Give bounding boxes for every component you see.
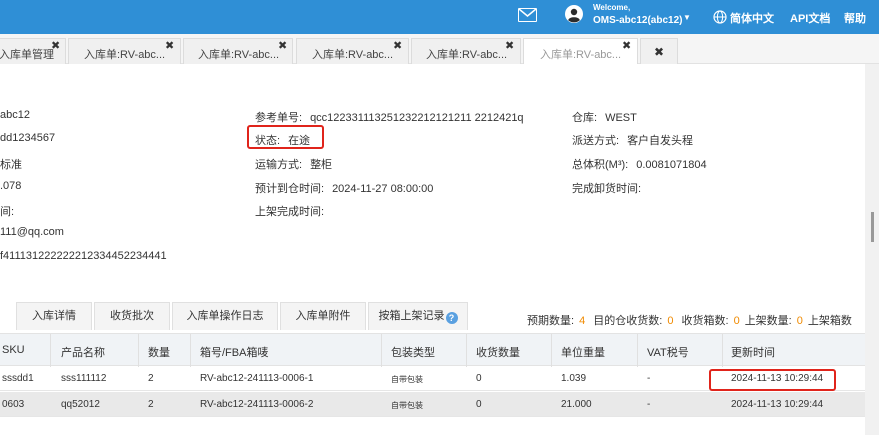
top-bar: Welcome, OMS-abc12(abc12) ▼ 简体中文 API文档 帮…	[0, 0, 879, 34]
transport-method: 运输方式: 整柜	[255, 159, 333, 171]
unloading-complete-time: 完成卸货时间:	[572, 183, 642, 195]
tab-inbound-order-4[interactable]: 入库单:RV-abc... ✖	[411, 38, 521, 64]
close-icon[interactable]: ✖	[393, 39, 402, 52]
question-icon[interactable]: ?	[445, 312, 458, 324]
detail-col1-line1: abc12	[0, 109, 30, 121]
column-header[interactable]: VAT税号	[647, 344, 689, 360]
detail-col1-line5: 间:	[0, 206, 15, 218]
close-icon[interactable]: ✖	[505, 39, 514, 52]
column-header[interactable]: SKU	[2, 344, 25, 356]
welcome-text: Welcome,	[593, 3, 631, 12]
user-name[interactable]: OMS-abc12(abc12)	[593, 15, 682, 26]
close-icon[interactable]: ✖	[51, 39, 60, 52]
estimated-arrival: 预计到仓时间: 2024-11-27 08:00:00	[255, 183, 434, 195]
shelving-complete-time: 上架完成时间:	[255, 206, 325, 218]
column-header[interactable]: 更新时间	[731, 344, 775, 360]
tab-operation-log[interactable]: 入库单操作日志	[172, 302, 278, 330]
language-switch[interactable]: 简体中文	[730, 10, 774, 26]
detail-col1-line4: .078	[0, 180, 22, 192]
reference-number: 参考单号: qcc122331113251232212121211 2212421…	[255, 112, 524, 124]
tab-inbound-order-1[interactable]: 入库单:RV-abc... ✖	[68, 38, 181, 64]
column-header[interactable]: 包装类型	[391, 344, 435, 360]
table-header: SKU 产品名称 数量 箱号/FBA箱唛 包装类型 收货数量 单位重量 VAT税…	[0, 333, 865, 367]
column-header[interactable]: 产品名称	[61, 344, 105, 360]
detail-col1-line3: 标准	[0, 159, 22, 171]
api-doc-link[interactable]: API文档	[790, 10, 830, 26]
tab-inbound-detail[interactable]: 入库详情	[16, 302, 92, 330]
tab-box-shelving-records[interactable]: 按箱上架记录?	[368, 302, 468, 330]
warehouse: 仓库: WEST	[572, 112, 637, 124]
column-header[interactable]: 单位重量	[561, 344, 605, 360]
vertical-scrollbar[interactable]	[865, 64, 879, 435]
detail-col1-line2: dd1234567	[0, 132, 56, 144]
tab-inbound-order-2[interactable]: 入库单:RV-abc... ✖	[183, 38, 293, 64]
delivery-method: 派送方式: 客户自发头程	[572, 135, 694, 147]
chevron-down-icon[interactable]: ▼	[683, 13, 691, 22]
tab-inbound-order-5[interactable]: 入库单:RV-abc... ✖	[523, 38, 638, 64]
status-highlight	[247, 125, 324, 149]
column-header[interactable]: 收货数量	[476, 344, 520, 360]
total-volume: 总体积(M³): 0.0081071804	[572, 159, 707, 171]
tab-attachments[interactable]: 入库单附件	[280, 302, 366, 330]
detail-col1-line7: f411131222222212334452234441	[0, 250, 167, 262]
close-icon[interactable]: ✖	[165, 39, 174, 52]
globe-icon[interactable]	[713, 10, 727, 24]
close-all-tabs-button[interactable]: ✖	[640, 38, 678, 64]
column-header[interactable]: 数量	[148, 344, 170, 360]
table-row[interactable]: 0603 qq52012 2 RV-abc12-241113-0006-2 自带…	[0, 392, 865, 417]
column-header[interactable]: 箱号/FBA箱唛	[200, 344, 268, 360]
close-icon[interactable]: ✖	[622, 39, 631, 52]
tab-strip: 入库单管理 ✖ 入库单:RV-abc... ✖ 入库单:RV-abc... ✖ …	[0, 34, 879, 64]
mail-icon[interactable]	[518, 8, 537, 22]
scrollbar-thumb[interactable]	[871, 212, 874, 242]
help-link[interactable]: 帮助	[844, 10, 866, 26]
detail-col1-line6: 111@qq.com	[0, 226, 64, 238]
close-icon[interactable]: ✖	[278, 39, 287, 52]
avatar[interactable]	[565, 5, 583, 23]
quantity-summary: 预期数量: 4 目的仓收货数: 0 收货箱数: 0 上架数量: 0 上架箱数	[527, 315, 852, 327]
tab-inbound-order-3[interactable]: 入库单:RV-abc... ✖	[296, 38, 409, 64]
tab-inbound-management[interactable]: 入库单管理 ✖	[0, 38, 66, 64]
update-time-highlight	[709, 369, 836, 391]
tab-receiving-batches[interactable]: 收货批次	[94, 302, 170, 330]
